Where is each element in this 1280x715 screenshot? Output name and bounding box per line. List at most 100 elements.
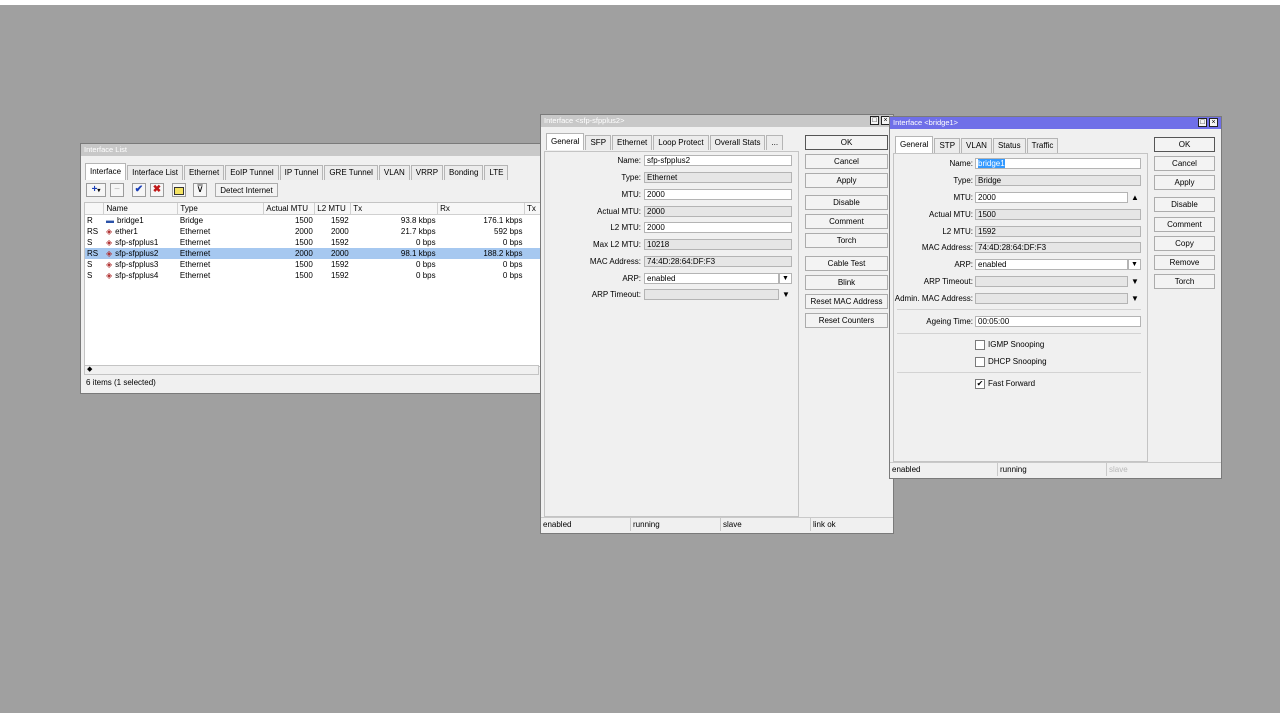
arp-select[interactable]: enabled: [975, 259, 1128, 270]
tab-bonding[interactable]: Bonding: [444, 165, 484, 180]
torch-button[interactable]: Torch: [805, 233, 888, 248]
tab-more[interactable]: ...: [766, 135, 784, 150]
tab-vlan[interactable]: VLAN: [378, 165, 410, 180]
cancel-button[interactable]: Cancel: [1154, 156, 1215, 171]
tab-traffic[interactable]: Traffic: [1026, 138, 1059, 153]
horizontal-scrollbar[interactable]: ◆: [84, 365, 539, 375]
tab-vrrp[interactable]: VRRP: [410, 165, 444, 180]
actual-mtu-cell: 2000: [263, 248, 315, 259]
arp-timeout-expand-icon[interactable]: ▼: [1131, 276, 1139, 287]
bridge-window-titlebar[interactable]: Interface <bridge1>: [890, 117, 1221, 129]
tab-stp[interactable]: STP: [934, 138, 961, 153]
column-header-name[interactable]: Name: [103, 203, 179, 215]
sfp-window-titlebar[interactable]: Interface <sfp-sfpplus2>: [541, 115, 893, 127]
mtu-collapse-icon[interactable]: ▲: [1131, 192, 1139, 203]
name-field[interactable]: sfp-sfpplus2: [644, 155, 792, 166]
column-header-tx-2[interactable]: Tx: [524, 203, 540, 215]
tab-vlan[interactable]: VLAN: [961, 138, 992, 153]
enable-check-icon[interactable]: ✔: [132, 183, 146, 197]
comment-button[interactable]: Comment: [1154, 217, 1215, 232]
tab-ip-tunnel[interactable]: IP Tunnel: [279, 165, 324, 180]
l2-mtu-cell: 1592: [330, 271, 349, 280]
status-enabled: enabled: [890, 463, 998, 476]
mtu-field[interactable]: 2000: [644, 189, 792, 200]
filter-icon[interactable]: ⊽: [193, 183, 207, 197]
admin-mac-expand-icon[interactable]: ▼: [1131, 293, 1139, 304]
table-row[interactable]: S ◈ sfp-sfpplus1 Ethernet 1500 1592 0 bps 0 bps: [85, 237, 540, 248]
torch-button[interactable]: Torch: [1154, 274, 1215, 289]
dhcp-snooping-box[interactable]: [975, 356, 985, 367]
mtu-field[interactable]: 2000: [975, 192, 1128, 203]
tab-loop-protect[interactable]: Loop Protect: [653, 135, 709, 150]
fast-forward-checkbox[interactable]: ✔ Fast Forward: [975, 378, 1035, 389]
minus-button[interactable]: −: [110, 183, 124, 197]
column-header-actual-mtu[interactable]: Actual MTU: [263, 203, 316, 215]
tab-general[interactable]: General: [895, 136, 934, 153]
table-row[interactable]: S ◈ sfp-sfpplus4 Ethernet 1500 1592 0 bps 0 bps: [85, 270, 540, 281]
arp-dropdown-icon[interactable]: ▼: [1128, 259, 1141, 270]
bridge-window-tabs: General STP VLAN Status Traffic: [895, 136, 1059, 153]
arp-dropdown-icon[interactable]: ▼: [779, 273, 792, 284]
tab-interface-list[interactable]: Interface List: [127, 165, 183, 180]
mac-address-row: MAC Address:: [890, 242, 973, 254]
interface-list-titlebar[interactable]: Interface List: [81, 144, 540, 156]
arp-timeout-expand-icon[interactable]: ▼: [782, 289, 790, 300]
igmp-snooping-box[interactable]: [975, 339, 985, 350]
add-button[interactable]: +▾: [86, 183, 106, 197]
table-row[interactable]: RS ◈ sfp-sfpplus2 Ethernet 2000 2000 98.1 kbps…: [85, 248, 540, 259]
ok-button[interactable]: OK: [1154, 137, 1215, 152]
tab-overall-stats[interactable]: Overall Stats: [709, 135, 766, 150]
blink-button[interactable]: Blink: [805, 275, 888, 290]
table-row[interactable]: S ◈ sfp-sfpplus3 Ethernet 1500 1592 0 bps 0 bps: [85, 259, 540, 270]
tab-ethernet[interactable]: Ethernet: [612, 135, 653, 150]
detect-internet-button[interactable]: Detect Internet: [215, 183, 278, 197]
l2-mtu-field[interactable]: 2000: [644, 222, 792, 233]
tab-eoip-tunnel[interactable]: EoIP Tunnel: [225, 165, 279, 180]
tab-general[interactable]: General: [546, 133, 585, 150]
remove-button[interactable]: Remove: [1154, 255, 1215, 270]
apply-button[interactable]: Apply: [1154, 175, 1215, 190]
ok-button[interactable]: OK: [805, 135, 888, 150]
column-header-rx[interactable]: Rx: [437, 203, 525, 215]
column-header-l2-mtu[interactable]: L2 MTU: [314, 203, 352, 215]
disable-button[interactable]: Disable: [805, 195, 888, 210]
arp-select[interactable]: enabled: [644, 273, 779, 284]
ageing-time-field[interactable]: 00:05:00: [975, 316, 1141, 327]
sfp-window-tabs: General SFP Ethernet Loop Protect Overal…: [546, 133, 784, 150]
tab-sfp[interactable]: SFP: [585, 135, 612, 150]
disable-x-icon[interactable]: ✖: [150, 183, 164, 197]
close-icon[interactable]: ×: [1209, 118, 1218, 127]
tab-status[interactable]: Status: [992, 138, 1026, 153]
maximize-icon[interactable]: □: [1198, 118, 1207, 127]
bridge-interface-window: Interface <bridge1> □ × General STP VLAN…: [889, 116, 1222, 479]
cable-test-button[interactable]: Cable Test: [805, 256, 888, 271]
tab-lte[interactable]: LTE: [484, 165, 509, 180]
tab-gre-tunnel[interactable]: GRE Tunnel: [324, 165, 378, 180]
admin-mac-field[interactable]: [975, 293, 1128, 304]
tx-2-cell: [524, 226, 540, 237]
apply-button[interactable]: Apply: [805, 173, 888, 188]
comment-button[interactable]: Comment: [805, 214, 888, 229]
fast-forward-box[interactable]: ✔: [975, 378, 985, 389]
arp-timeout-field[interactable]: [975, 276, 1128, 287]
name-field[interactable]: bridge1: [975, 158, 1141, 169]
maximize-icon[interactable]: □: [870, 116, 879, 125]
column-header-type[interactable]: Type: [177, 203, 265, 215]
column-header-flags[interactable]: [85, 203, 105, 215]
dhcp-snooping-checkbox[interactable]: DHCP Snooping: [975, 356, 1047, 367]
igmp-snooping-checkbox[interactable]: IGMP Snooping: [975, 339, 1044, 350]
table-row[interactable]: RS ◈ ether1 Ethernet 2000 2000 21.7 kbps 592 bp…: [85, 226, 540, 237]
interface-table-area: Name Type Actual MTU L2 MTU Tx Rx Tx R ▬ b…: [84, 202, 541, 367]
copy-button[interactable]: Copy: [1154, 236, 1215, 251]
reset-counters-button[interactable]: Reset Counters: [805, 313, 888, 328]
table-row[interactable]: R ▬ bridge1 Bridge 1500 1592 93.8 kbps 176.1 kb…: [85, 215, 540, 227]
comment-note-icon[interactable]: [172, 183, 186, 197]
tx-cell: 98.1 kbps: [350, 248, 438, 259]
reset-mac-address-button[interactable]: Reset MAC Address: [805, 294, 888, 309]
cancel-button[interactable]: Cancel: [805, 154, 888, 169]
arp-timeout-field[interactable]: [644, 289, 779, 300]
tab-ethernet[interactable]: Ethernet: [183, 165, 225, 180]
tab-interface[interactable]: Interface: [85, 163, 127, 180]
column-header-tx[interactable]: Tx: [350, 203, 439, 215]
disable-button[interactable]: Disable: [1154, 197, 1215, 212]
